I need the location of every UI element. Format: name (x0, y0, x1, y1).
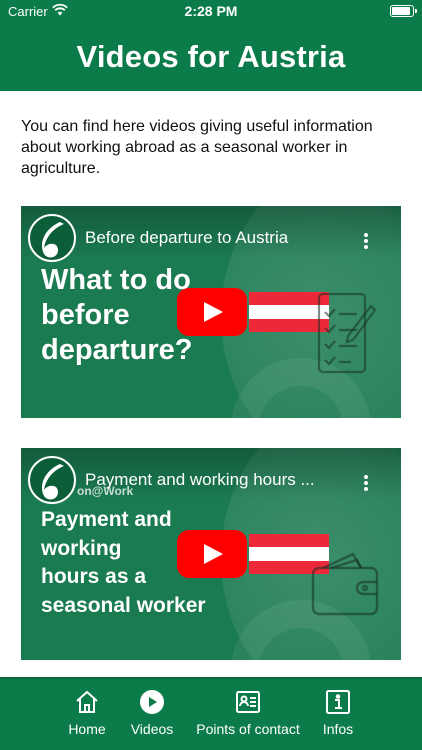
channel-logo-icon[interactable] (28, 214, 76, 262)
tab-label: Infos (322, 721, 354, 737)
video-player-2[interactable]: on@Work Payment and working hours ... Pa… (21, 448, 401, 660)
video-title[interactable]: Before departure to Austria (85, 228, 345, 248)
play-button[interactable] (177, 530, 247, 578)
tab-videos[interactable]: Videos (124, 689, 180, 737)
video-title[interactable]: Payment and working hours ... (85, 470, 345, 490)
info-icon (326, 690, 350, 714)
wallet-icon (311, 552, 379, 616)
checklist-icon (317, 292, 377, 374)
clock: 2:28 PM (184, 3, 238, 19)
intro-text: You can find here videos giving useful i… (21, 118, 373, 177)
tab-label: Videos (130, 721, 174, 737)
tab-label: Points of contact (196, 721, 300, 737)
tab-bar: Home Videos Points of contact Infos (0, 677, 422, 750)
channel-logo-icon[interactable] (28, 456, 76, 504)
play-circle-icon (140, 690, 164, 714)
video-player-1[interactable]: Before departure to Austria What to do b… (21, 206, 401, 418)
tab-home[interactable]: Home (62, 689, 112, 737)
more-options-icon[interactable] (363, 232, 369, 250)
header-bar: Videos for Austria (0, 22, 422, 91)
battery-icon (390, 5, 417, 17)
contact-card-icon (236, 691, 260, 713)
tab-label: Home (68, 721, 106, 737)
thumbnail-text: What to do before departure? (41, 264, 193, 366)
page-title: Videos for Austria (76, 38, 346, 74)
more-options-icon[interactable] (363, 474, 369, 492)
status-bar: Carrier 2:28 PM (0, 0, 422, 22)
home-icon (76, 690, 98, 713)
tab-points-of-contact[interactable]: Points of contact (190, 689, 306, 737)
tab-infos[interactable]: Infos (314, 689, 362, 737)
play-button[interactable] (177, 288, 247, 336)
